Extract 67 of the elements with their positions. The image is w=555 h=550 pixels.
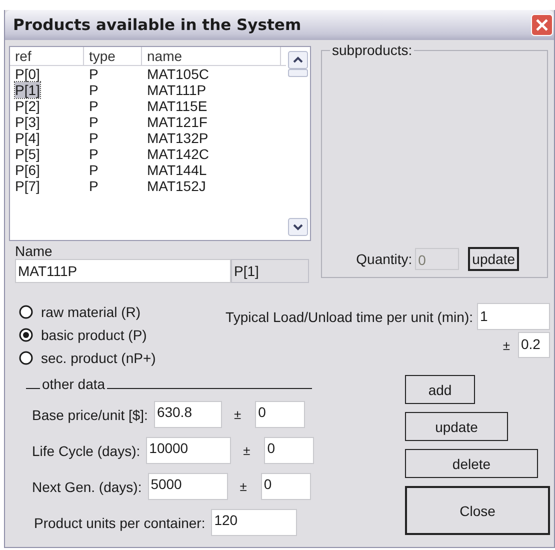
- list-item[interactable]: P[6]: [15, 162, 40, 178]
- ref-field: P[1]: [231, 259, 309, 283]
- table-cell-text: MAT142C: [146, 146, 210, 162]
- deviation-field[interactable]: 0.2: [518, 332, 550, 358]
- table-cell-text: MAT105C: [146, 66, 210, 82]
- section-title: other data: [42, 376, 106, 392]
- list-item[interactable]: P[5]: [15, 146, 40, 162]
- list-item[interactable]: P[1]: [15, 82, 40, 98]
- list-item[interactable]: P[3]: [15, 114, 40, 130]
- field-label: Next Gen. (days):: [32, 478, 142, 494]
- column-header[interactable]: name: [142, 47, 281, 65]
- field-label: Life Cycle (days):: [32, 442, 140, 458]
- deviation-field[interactable]: 0: [255, 401, 306, 428]
- table-cell-text: MAT111P: [146, 82, 208, 98]
- quantity-label: Quantity:: [356, 251, 412, 267]
- table-cell-text: P: [88, 178, 100, 194]
- table-cell-text: MAT144L: [146, 162, 208, 178]
- dialog-button[interactable]: delete: [405, 449, 538, 478]
- group-title: subproducts:: [330, 42, 414, 58]
- plus-minus-sign: ±: [240, 479, 247, 494]
- list-item[interactable]: P[7]: [15, 178, 40, 194]
- name-label: Name: [15, 243, 54, 259]
- list-item[interactable]: P[4]: [15, 130, 40, 146]
- radio-label[interactable]: basic product (P): [41, 326, 147, 342]
- table-cell-text: MAT132P: [146, 130, 210, 146]
- close-icon[interactable]: [531, 14, 553, 36]
- table-cell-text: P: [88, 162, 100, 178]
- column-header[interactable]: type: [84, 47, 142, 65]
- scroll-down-icon[interactable]: [288, 218, 308, 236]
- table-cell-text: P: [88, 114, 100, 130]
- table-cell-text: P: [88, 66, 100, 82]
- scroll-up-icon[interactable]: [288, 51, 308, 69]
- dialog-button[interactable]: Close: [405, 486, 550, 535]
- table-cell-text: P: [88, 82, 100, 98]
- list-item[interactable]: P[2]: [15, 98, 40, 114]
- table-cell-text: P: [88, 98, 100, 114]
- radio-button[interactable]: [19, 350, 33, 364]
- value-field[interactable]: 10000: [146, 437, 232, 464]
- table-cell-text: P: [88, 130, 100, 146]
- table-cell-text: MAT115E: [146, 98, 208, 114]
- radio-button[interactable]: [19, 304, 33, 318]
- dialog-button[interactable]: update: [405, 412, 508, 441]
- table-cell-text: P: [88, 146, 100, 162]
- table-cell-text: MAT152J: [146, 178, 207, 194]
- load-time-field[interactable]: 1: [477, 303, 550, 330]
- update-button[interactable]: update: [468, 247, 519, 271]
- load-time-label: Typical Load/Unload time per unit (min):: [226, 308, 473, 324]
- deviation-field[interactable]: 0: [260, 473, 311, 500]
- plus-minus-sign: ±: [243, 443, 250, 458]
- radio-label[interactable]: sec. product (nP+): [41, 350, 156, 366]
- plus-minus-sign: ±: [502, 338, 510, 352]
- value-field[interactable]: 630.8: [154, 401, 222, 428]
- list-item[interactable]: P[0]: [15, 66, 40, 82]
- dialog-button[interactable]: add: [405, 375, 475, 404]
- field-label: Product units per container:: [34, 514, 206, 530]
- value-field[interactable]: 5000: [148, 473, 228, 500]
- radio-label[interactable]: raw material (R): [41, 304, 141, 320]
- units-field[interactable]: 120: [211, 509, 298, 536]
- scroll-thumb[interactable]: [288, 69, 308, 77]
- radio-button[interactable]: [19, 328, 33, 342]
- table-cell-text: MAT121F: [146, 114, 208, 130]
- field-label: Base price/unit [$]:: [32, 406, 148, 422]
- plus-minus-sign: ±: [234, 407, 242, 422]
- column-header[interactable]: ref: [10, 47, 84, 65]
- deviation-field[interactable]: 0: [264, 437, 314, 464]
- name-field[interactable]: MAT111P: [15, 259, 231, 283]
- window-title: Products available in the System: [13, 16, 302, 34]
